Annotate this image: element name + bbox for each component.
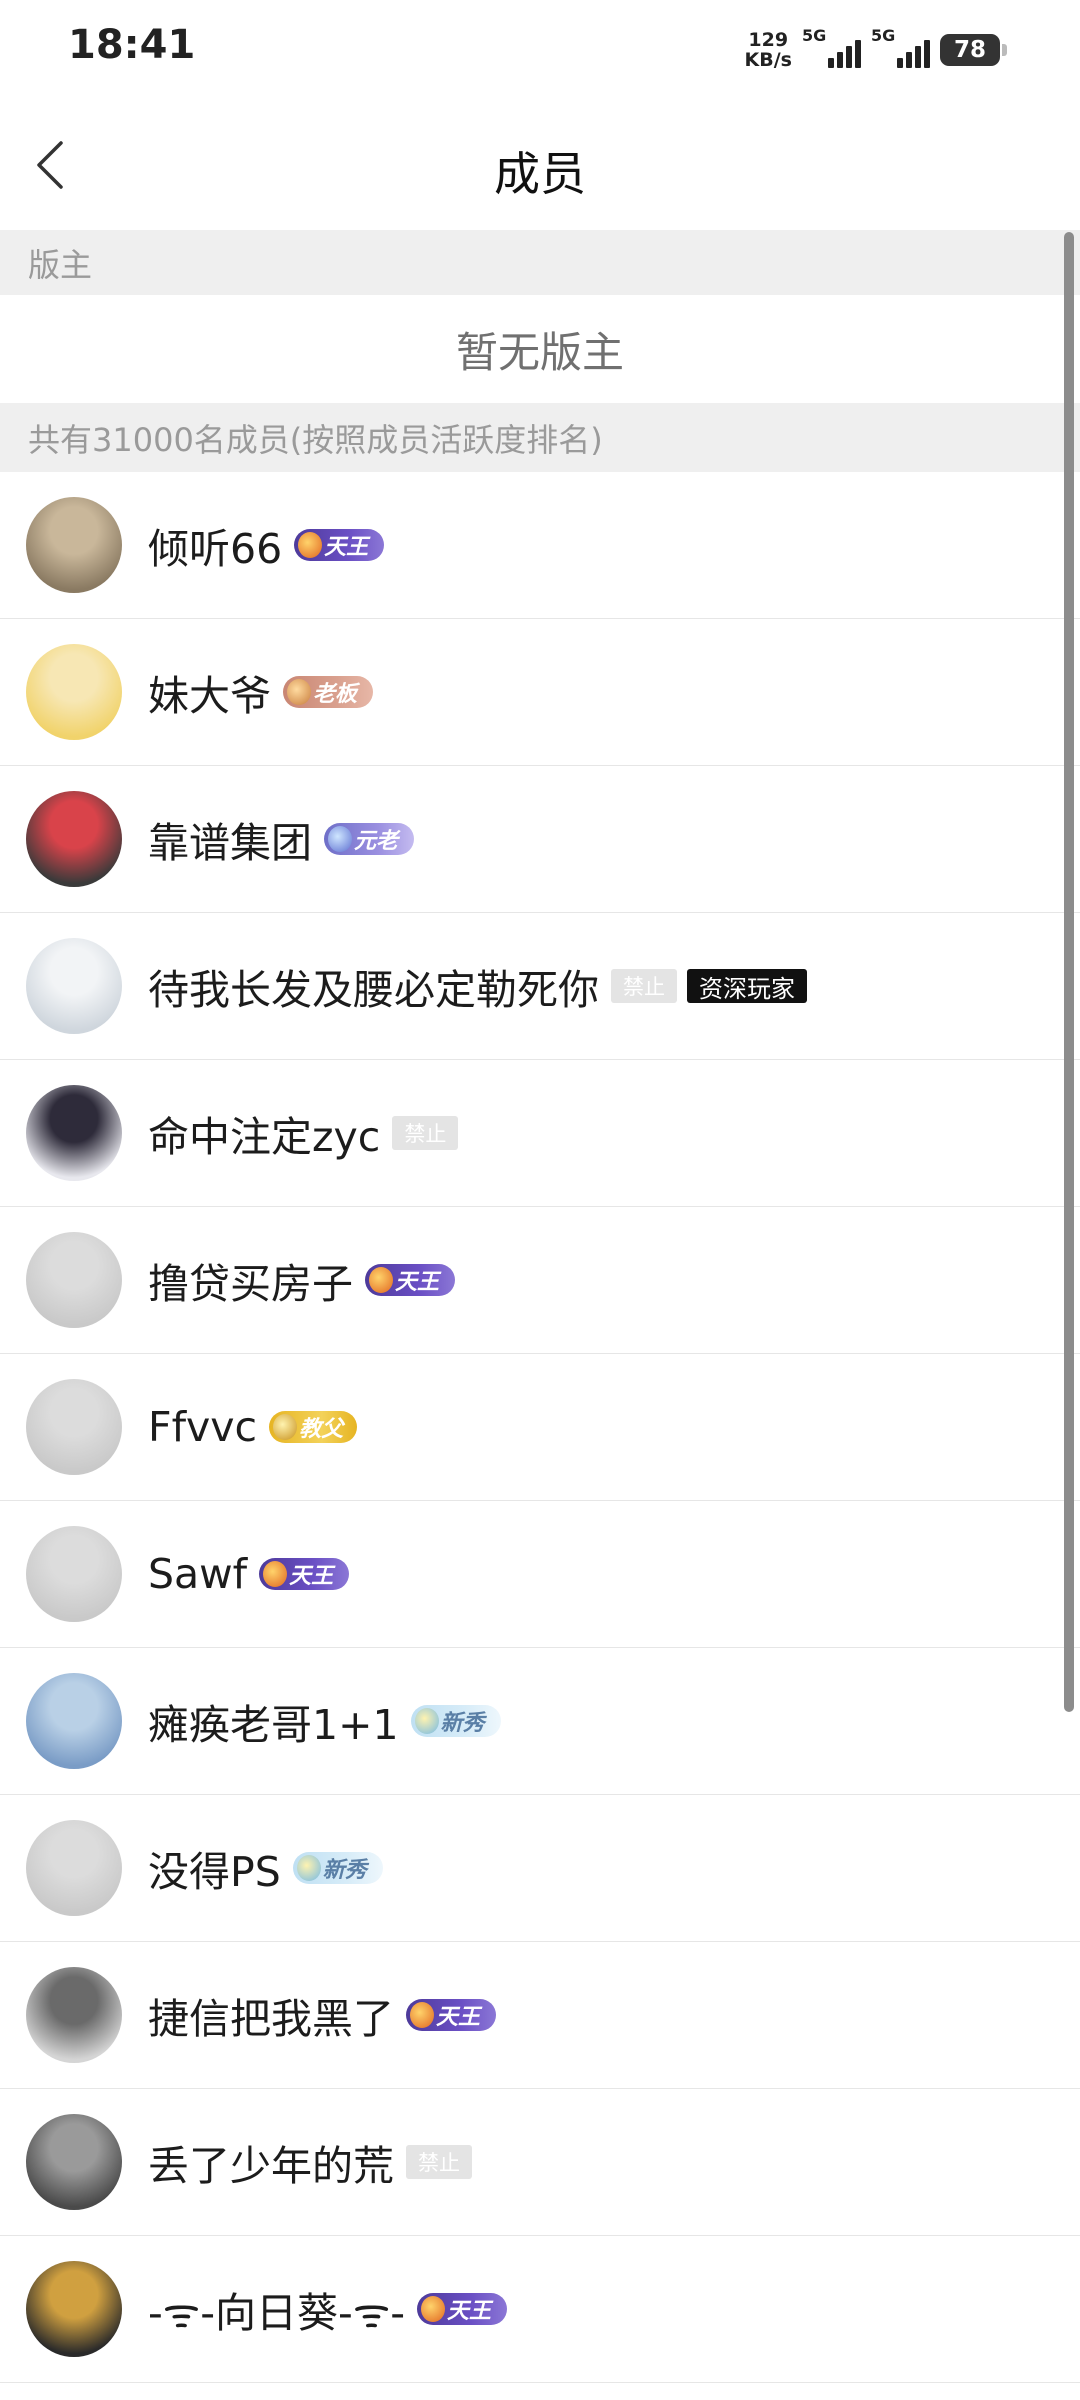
member-badges: 教父 [269, 1411, 358, 1443]
member-badges: 天王 [365, 1264, 456, 1296]
member-name: 没得PS [148, 1848, 281, 1896]
level-gem-icon [287, 679, 311, 705]
member-name: -ᯤ-向日葵-ᯤ- [148, 2288, 406, 2337]
member-badges: 天王 [294, 529, 385, 561]
avatar[interactable] [26, 1232, 122, 1328]
member-row[interactable]: 倾听66 天王 [0, 472, 1080, 619]
member-list: 倾听66 天王 妹大爷 老板 靠谱集团 元老 待我长发及腰必定勒死你 禁止 资深玩家 命中注定zy… [0, 472, 1080, 2383]
level-gem-icon [263, 1561, 288, 1587]
avatar[interactable] [26, 497, 122, 593]
level-badge: 老板 [283, 676, 374, 708]
member-row[interactable]: 靠谱集团 元老 [0, 766, 1080, 913]
member-name: 倾听66 [148, 525, 283, 573]
member-row[interactable]: Ffvvc 教父 [0, 1354, 1080, 1501]
level-gem-icon [328, 826, 352, 852]
level-badge: 新秀 [292, 1852, 383, 1884]
status-bar: 18:41 129 KB/s 5G 5G 78 [0, 0, 1080, 100]
avatar[interactable] [26, 644, 122, 740]
level-badge: 天王 [406, 1999, 497, 2031]
member-row[interactable]: 妹大爷 老板 [0, 619, 1080, 766]
member-row[interactable]: 命中注定zyc 禁止 [0, 1060, 1080, 1207]
page-title: 成员 [494, 147, 586, 201]
veteran-tag: 资深玩家 [687, 969, 807, 1003]
battery-icon: 78 [940, 34, 1007, 66]
level-badge: 元老 [324, 823, 415, 855]
level-badge: 天王 [294, 529, 385, 561]
member-badges: 禁止 资深玩家 [611, 969, 807, 1003]
avatar[interactable] [26, 1967, 122, 2063]
member-name: 撸贷买房子 [148, 1260, 353, 1308]
nav-bar: 成员 [0, 100, 1080, 230]
signal-icon: 5G [871, 26, 930, 68]
signal-icon: 5G [802, 26, 861, 68]
member-badges: 老板 [283, 676, 374, 708]
banned-tag: 禁止 [406, 2145, 472, 2179]
member-badges: 禁止 [406, 2145, 472, 2179]
avatar[interactable] [26, 938, 122, 1034]
status-time: 18:41 [68, 22, 196, 68]
member-badges: 元老 [324, 823, 415, 855]
level-gem-icon [369, 1267, 393, 1293]
network-speed: 129 KB/s [744, 29, 792, 71]
avatar[interactable] [26, 791, 122, 887]
moderator-section-header: 版主 [0, 230, 1080, 295]
avatar[interactable] [26, 2114, 122, 2210]
member-name: 捷信把我黑了 [148, 1995, 394, 2043]
level-badge: 教父 [269, 1411, 358, 1443]
level-gem-icon [410, 2002, 434, 2028]
member-row[interactable]: 瘫痪老哥1+1 新秀 [0, 1648, 1080, 1795]
member-name: 待我长发及腰必定勒死你 [148, 966, 599, 1014]
member-badges: 禁止 [392, 1116, 459, 1150]
level-badge: 天王 [417, 2293, 508, 2325]
member-row[interactable]: 捷信把我黑了 天王 [0, 1942, 1080, 2089]
avatar[interactable] [26, 1379, 122, 1475]
level-badge: 天王 [365, 1264, 456, 1296]
member-badges: 天王 [417, 2293, 508, 2325]
member-name: 靠谱集团 [148, 819, 312, 867]
level-gem-icon [296, 1855, 321, 1881]
member-section-header: 共有31000名成员(按照成员活跃度排名) [0, 403, 1080, 472]
status-icons: 129 KB/s 5G 5G 78 [744, 26, 1007, 72]
member-badges: 天王 [406, 1999, 497, 2031]
member-row[interactable]: 待我长发及腰必定勒死你 禁止 资深玩家 [0, 913, 1080, 1060]
member-name: 妹大爷 [148, 672, 271, 720]
banned-tag: 禁止 [611, 969, 677, 1003]
member-row[interactable]: 撸贷买房子 天王 [0, 1207, 1080, 1354]
banned-tag: 禁止 [392, 1116, 459, 1150]
member-row[interactable]: 丢了少年的荒 禁止 [0, 2089, 1080, 2236]
member-name: 命中注定zyc [148, 1113, 381, 1161]
member-name: Sawf [148, 1550, 248, 1598]
member-name: 瘫痪老哥1+1 [148, 1701, 399, 1749]
level-badge: 新秀 [410, 1705, 501, 1737]
level-gem-icon [421, 2296, 446, 2322]
member-badges: 天王 [259, 1558, 350, 1590]
avatar[interactable] [26, 1820, 122, 1916]
avatar[interactable] [26, 2261, 122, 2357]
avatar[interactable] [26, 1085, 122, 1181]
member-name: 丢了少年的荒 [148, 2142, 394, 2190]
member-row[interactable]: -ᯤ-向日葵-ᯤ- 天王 [0, 2236, 1080, 2383]
member-badges: 新秀 [292, 1852, 383, 1884]
member-row[interactable]: Sawf 天王 [0, 1501, 1080, 1648]
member-row[interactable]: 没得PS 新秀 [0, 1795, 1080, 1942]
avatar[interactable] [26, 1673, 122, 1769]
no-moderator-text: 暂无版主 [455, 327, 624, 377]
level-gem-icon [414, 1708, 439, 1734]
scrollbar[interactable] [1064, 232, 1074, 1712]
level-gem-icon [298, 532, 323, 558]
avatar[interactable] [26, 1526, 122, 1622]
level-gem-icon [273, 1414, 298, 1440]
member-name: Ffvvc [148, 1403, 258, 1451]
member-badges: 新秀 [410, 1705, 501, 1737]
level-badge: 天王 [259, 1558, 350, 1590]
